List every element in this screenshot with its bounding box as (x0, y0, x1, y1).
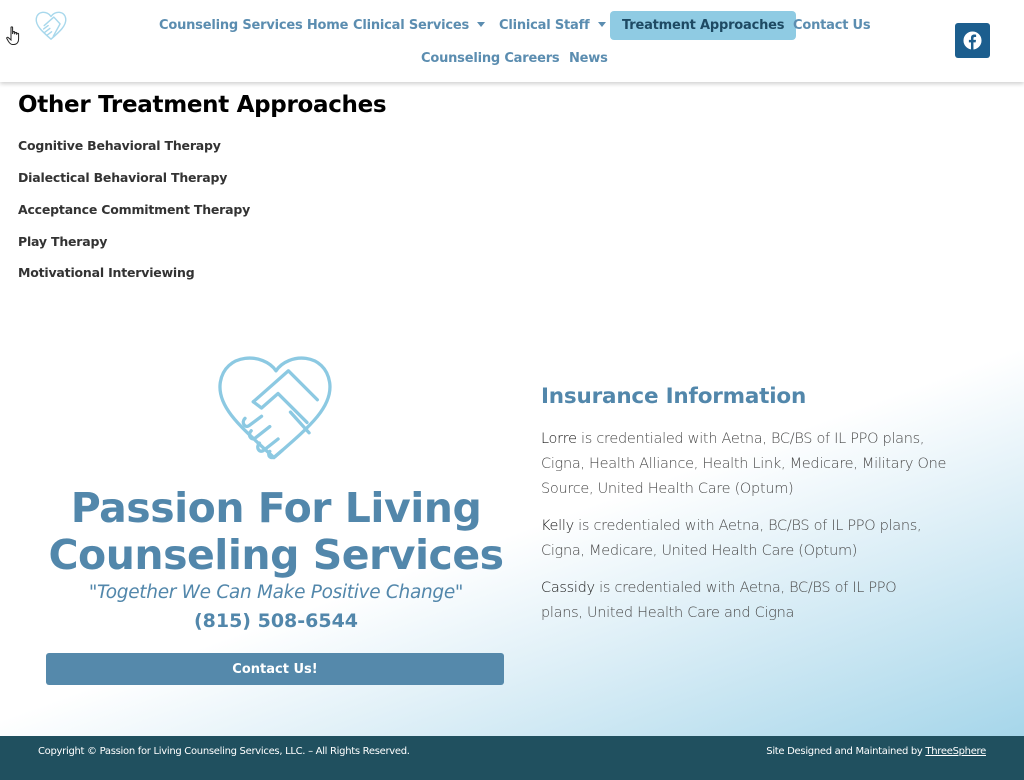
insurance-text: is credentialed with Aetna, BC/BS of IL … (541, 518, 922, 559)
logo-icon[interactable] (34, 9, 68, 41)
copyright-text: Copyright © Passion for Living Counselin… (38, 746, 410, 757)
approach-item: Dialectical Behavioral Therapy (18, 170, 228, 185)
clinician-name: Kelly (541, 518, 574, 534)
nav-counseling-careers[interactable]: Counseling Careers (421, 51, 560, 66)
site-footer: Copyright © Passion for Living Counselin… (0, 736, 1024, 780)
nav-contact-us[interactable]: Contact Us (793, 18, 871, 33)
heart-handshake-logo-icon (218, 356, 332, 460)
credit-prefix: Site Designed and Maintained by (766, 746, 926, 757)
facebook-icon (963, 31, 982, 50)
brand-tagline: "Together We Can Make Positive Change" (88, 582, 464, 603)
site-header: Counseling Services Home Clinical Servic… (0, 0, 1024, 82)
facebook-button[interactable] (955, 23, 990, 58)
caret-down-icon (477, 22, 486, 27)
approach-item: Cognitive Behavioral Therapy (18, 138, 221, 153)
phone-number[interactable]: (815) 508-6544 (40, 610, 512, 632)
brand-name-line2: Counseling Services (48, 531, 504, 579)
hand-cursor-icon (6, 26, 20, 45)
clinician-name: Lorre (541, 431, 577, 447)
insurance-entry: Cassidy is credentialed with Aetna, BC/B… (541, 576, 921, 626)
nav-clinical-staff-label: Clinical Staff (499, 18, 590, 33)
nav-counseling-services-home[interactable]: Counseling Services Home (159, 18, 348, 33)
brand-name-line1: Passion For Living (70, 484, 482, 532)
insurance-title: Insurance Information (541, 384, 807, 409)
nav-clinical-services[interactable]: Clinical Services (353, 18, 486, 33)
insurance-text: is credentialed with Aetna, BC/BS of IL … (541, 431, 947, 497)
site-credit: Site Designed and Maintained by ThreeSph… (766, 746, 986, 757)
page-title: Other Treatment Approaches (18, 92, 387, 118)
clinician-name: Cassidy (541, 580, 595, 596)
insurance-entry: Kelly is credentialed with Aetna, BC/BS … (541, 514, 961, 564)
contact-us-button[interactable]: Contact Us! (46, 653, 504, 685)
approach-item: Play Therapy (18, 234, 108, 249)
insurance-text: is credentialed with Aetna, BC/BS of IL … (541, 580, 897, 621)
caret-down-icon (597, 22, 606, 27)
threesphere-link[interactable]: ThreeSphere (925, 746, 986, 757)
approach-item: Motivational Interviewing (18, 265, 195, 280)
approach-item: Acceptance Commitment Therapy (18, 202, 251, 217)
nav-clinical-staff[interactable]: Clinical Staff (499, 18, 606, 33)
nav-treatment-approaches[interactable]: Treatment Approaches (610, 11, 797, 40)
insurance-entry: Lorre is credentialed with Aetna, BC/BS … (541, 427, 961, 502)
nav-clinical-services-label: Clinical Services (353, 18, 470, 33)
nav-news[interactable]: News (569, 51, 608, 66)
